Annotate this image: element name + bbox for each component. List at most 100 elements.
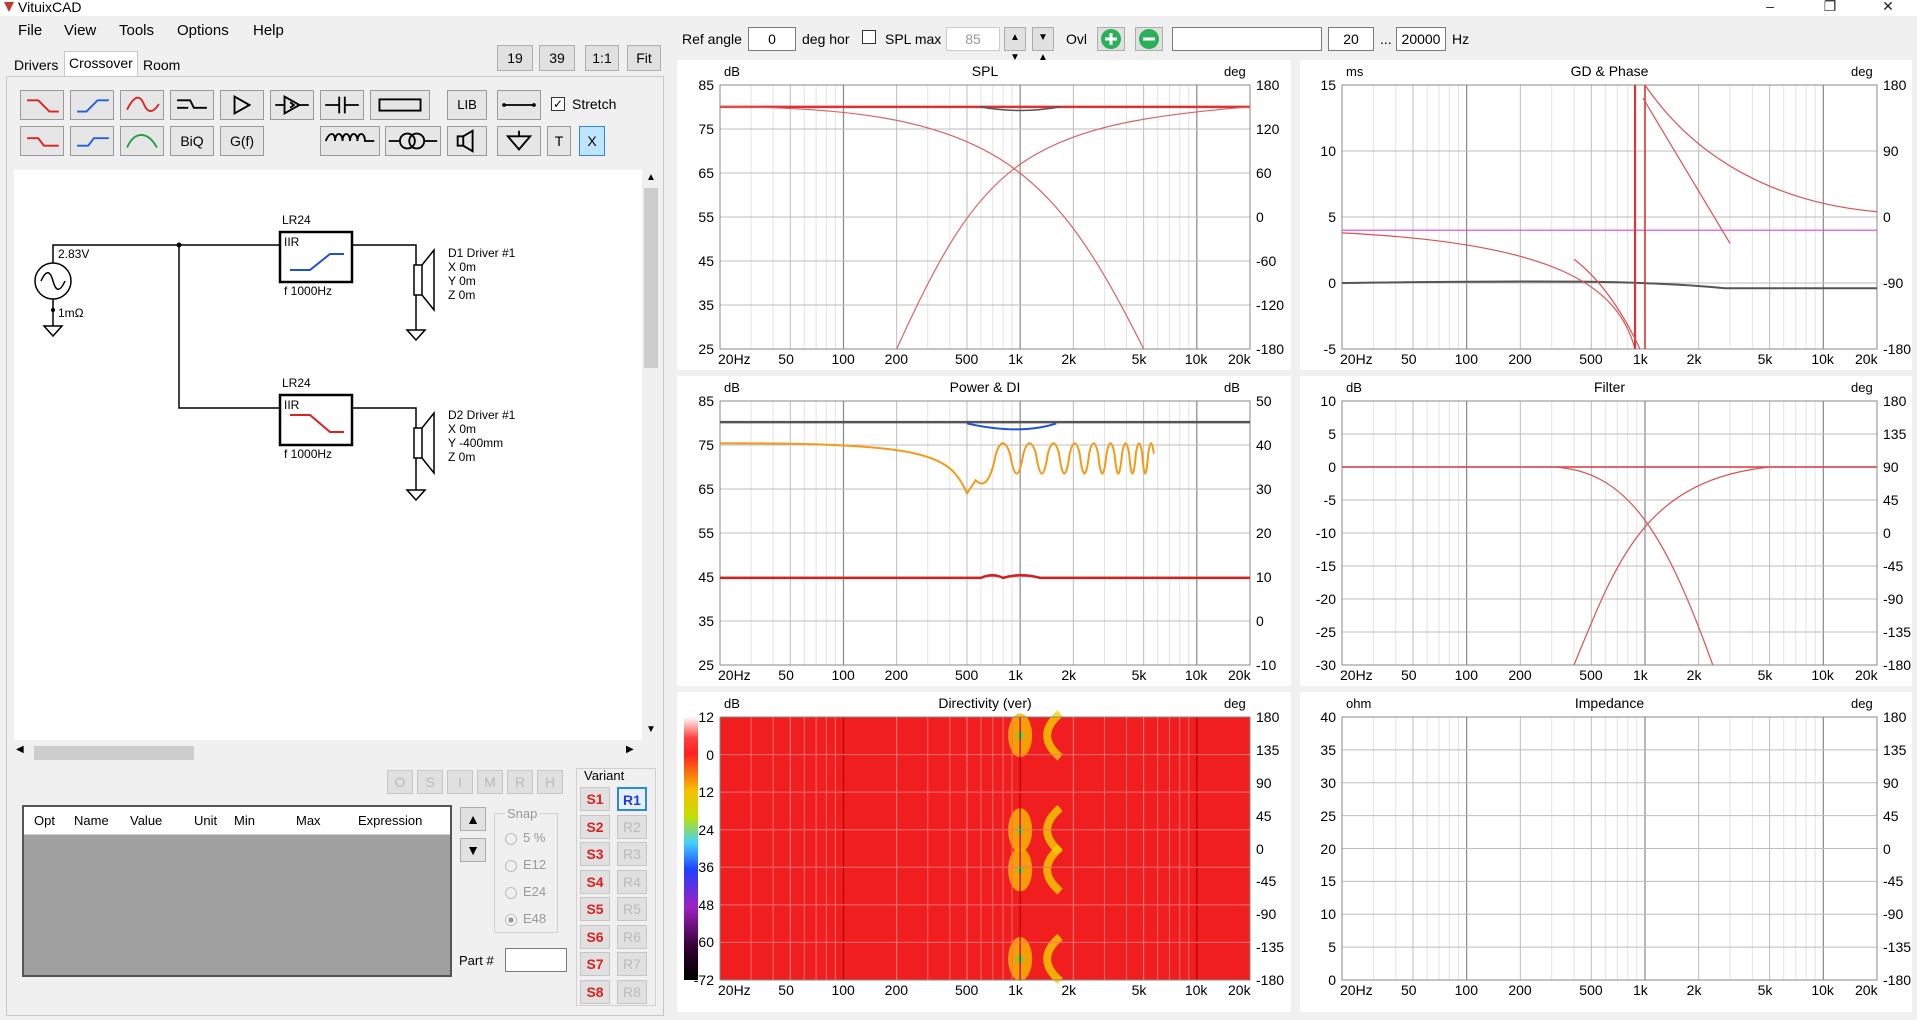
tab-drivers[interactable]: Drivers — [10, 54, 62, 76]
zoom-19-button[interactable]: 19 — [497, 45, 533, 71]
spl-fit-button[interactable]: ▼ ▲ — [1032, 27, 1054, 63]
col-opt[interactable]: Opt — [34, 813, 55, 828]
vertical-scrollbar[interactable]: ▲ ▼ — [642, 170, 660, 740]
zoom-in-button[interactable] — [1097, 27, 1125, 51]
menu-view[interactable]: View — [64, 22, 96, 39]
opt-h-button[interactable]: H — [537, 770, 563, 794]
variant-r3-button[interactable]: R3 — [617, 842, 647, 866]
opt-m-button[interactable]: M — [477, 770, 503, 794]
tab-room[interactable]: Room — [139, 54, 184, 76]
text-tool[interactable]: T — [547, 126, 571, 156]
variant-r8-button[interactable]: R8 — [617, 979, 647, 1004]
variant-s6-button[interactable]: S6 — [580, 924, 610, 949]
variant-s2-button[interactable]: S2 — [580, 814, 610, 839]
library-button[interactable]: LIB — [447, 90, 487, 120]
resistor-tool[interactable] — [370, 90, 430, 120]
bandpass-green-tool[interactable] — [120, 126, 164, 156]
schematic-canvas[interactable]: 2.83V 1mΩ LR24 IIR f 1000Hz LR24 IIR f 1… — [14, 170, 642, 740]
variant-s1-button[interactable]: S1 — [580, 787, 610, 811]
driver-tool[interactable] — [447, 126, 487, 156]
variant-r5-button[interactable]: R5 — [617, 897, 647, 921]
capacitor-tool[interactable] — [320, 90, 364, 120]
move-up-button[interactable]: ▲ — [460, 807, 486, 831]
impedance-plot-area[interactable] — [1341, 716, 1879, 982]
menu-help[interactable]: Help — [253, 22, 284, 39]
opt-o-button[interactable]: O — [387, 770, 413, 794]
cross-tool[interactable]: X — [579, 126, 605, 156]
spl-max-checkbox[interactable] — [862, 30, 876, 44]
zoom-fit-button[interactable]: Fit — [627, 45, 661, 71]
col-value[interactable]: Value — [130, 813, 162, 828]
spl-plot-area[interactable] — [719, 84, 1252, 351]
highpass-blue-tool[interactable] — [70, 90, 114, 120]
snap-option-e12[interactable]: E12 — [505, 857, 546, 872]
delay-tool[interactable] — [270, 90, 314, 120]
variant-r7-button[interactable]: R7 — [617, 952, 647, 976]
snap-option-e48[interactable]: E48 — [505, 911, 546, 926]
gd-plot-area[interactable] — [1341, 84, 1879, 351]
biquad-button[interactable]: BiQ — [170, 126, 214, 156]
variant-r1-button[interactable]: R1 — [617, 787, 647, 811]
amplifier-tool[interactable] — [220, 90, 264, 120]
col-max[interactable]: Max — [296, 813, 321, 828]
transformer-tool[interactable] — [385, 126, 441, 156]
scroll-down-icon[interactable]: ▼ — [642, 724, 660, 735]
variant-r2-button[interactable]: R2 — [617, 814, 647, 839]
inductor-tool[interactable] — [320, 126, 380, 156]
allpass-tool[interactable] — [170, 90, 214, 120]
snap-option-e24[interactable]: E24 — [505, 884, 546, 899]
variant-s4-button[interactable]: S4 — [580, 869, 610, 894]
power-plot-area[interactable] — [719, 400, 1252, 667]
spl-max-input[interactable]: 85 — [946, 27, 1000, 51]
variant-r4-button[interactable]: R4 — [617, 869, 647, 894]
stretch-checkbox[interactable]: ✓ — [551, 97, 565, 111]
snap-option-5pct[interactable]: 5 % — [505, 830, 545, 845]
menu-file[interactable]: File — [18, 22, 42, 39]
opt-i-button[interactable]: I — [447, 770, 473, 794]
highpass-red-tool[interactable] — [20, 90, 64, 120]
wire-tool[interactable] — [497, 90, 541, 120]
col-min[interactable]: Min — [234, 813, 255, 828]
ref-angle-input[interactable]: 0 — [748, 27, 796, 51]
vertical-scroll-thumb[interactable] — [644, 188, 658, 368]
close-icon[interactable]: ✕ — [1878, 0, 1898, 15]
parameter-table[interactable]: Opt Name Value Unit Min Max Expression — [22, 805, 452, 977]
opt-r-button[interactable]: R — [507, 770, 533, 794]
variant-s3-button[interactable]: S3 — [580, 842, 610, 866]
freq-min-input[interactable]: 20 — [1328, 27, 1374, 51]
scroll-left-icon[interactable]: ◀ — [16, 744, 24, 755]
move-down-button[interactable]: ▼ — [460, 838, 486, 862]
zoom-out-button[interactable] — [1135, 27, 1163, 51]
variant-s7-button[interactable]: S7 — [580, 952, 610, 976]
horizontal-scrollbar[interactable]: ◀ ▶ — [14, 744, 642, 762]
gd-freq-tick: 5k — [1757, 351, 1773, 367]
zoom-39-button[interactable]: 39 — [539, 45, 575, 71]
freq-max-input[interactable]: 20000 — [1396, 27, 1446, 51]
variant-s8-button[interactable]: S8 — [580, 979, 610, 1004]
spl-updown-button[interactable]: ▲ ▼ — [1004, 27, 1026, 63]
zoom-1to1-button[interactable]: 1:1 — [585, 45, 619, 71]
lowpass-red-tool[interactable] — [20, 126, 64, 156]
scroll-up-icon[interactable]: ▲ — [642, 172, 660, 183]
restore-icon[interactable]: ❐ — [1820, 0, 1840, 15]
scroll-right-icon[interactable]: ▶ — [626, 744, 634, 755]
ground-tool[interactable] — [497, 126, 541, 156]
menu-options[interactable]: Options — [177, 22, 229, 39]
col-expression[interactable]: Expression — [358, 813, 422, 828]
variant-s5-button[interactable]: S5 — [580, 897, 610, 921]
directivity-plot-area[interactable] — [719, 710, 1252, 985]
col-unit[interactable]: Unit — [194, 813, 217, 828]
part-number-input[interactable] — [505, 948, 567, 972]
opt-s-button[interactable]: S — [417, 770, 443, 794]
overlay-input[interactable] — [1172, 27, 1322, 51]
filter-plot-area[interactable] — [1341, 400, 1879, 667]
bandpass-red-tool[interactable] — [120, 90, 164, 120]
menu-tools[interactable]: Tools — [119, 22, 154, 39]
lowpass-blue-tool[interactable] — [70, 126, 114, 156]
col-name[interactable]: Name — [74, 813, 109, 828]
tab-crossover[interactable]: Crossover — [64, 51, 138, 76]
gf-button[interactable]: G(f) — [220, 126, 264, 156]
minimize-icon[interactable]: – — [1760, 0, 1780, 14]
horizontal-scroll-thumb[interactable] — [34, 746, 194, 760]
variant-r6-button[interactable]: R6 — [617, 924, 647, 949]
